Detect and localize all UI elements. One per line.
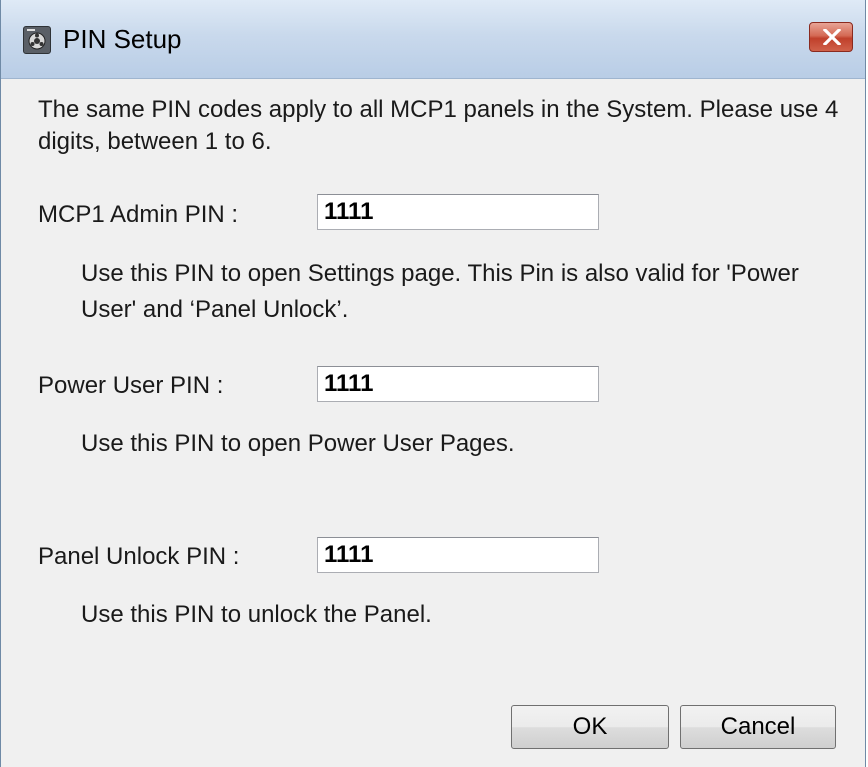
close-button[interactable]: [809, 22, 853, 52]
admin-pin-label: MCP1 Admin PIN :: [38, 201, 239, 228]
close-icon: [823, 29, 841, 45]
app-icon: [23, 26, 51, 54]
power-user-pin-description: Use this PIN to open Power User Pages.: [81, 430, 515, 457]
admin-pin-input[interactable]: [317, 194, 599, 230]
pin-setup-dialog: PIN Setup The same PIN codes apply to al…: [0, 0, 866, 767]
panel-unlock-pin-label: Panel Unlock PIN :: [38, 543, 240, 570]
power-user-pin-input[interactable]: [317, 366, 599, 402]
power-user-pin-label: Power User PIN :: [38, 372, 224, 399]
ok-button[interactable]: OK: [511, 705, 669, 749]
admin-pin-description: Use this PIN to open Settings page. This…: [81, 260, 799, 323]
title-bar[interactable]: PIN Setup: [1, 0, 865, 79]
panel-unlock-pin-description: Use this PIN to unlock the Panel.: [81, 601, 432, 628]
window-title: PIN Setup: [63, 24, 182, 54]
intro-text: The same PIN codes apply to all MCP1 pan…: [38, 96, 839, 155]
cancel-button[interactable]: Cancel: [680, 705, 836, 749]
panel-unlock-pin-input[interactable]: [317, 537, 599, 573]
